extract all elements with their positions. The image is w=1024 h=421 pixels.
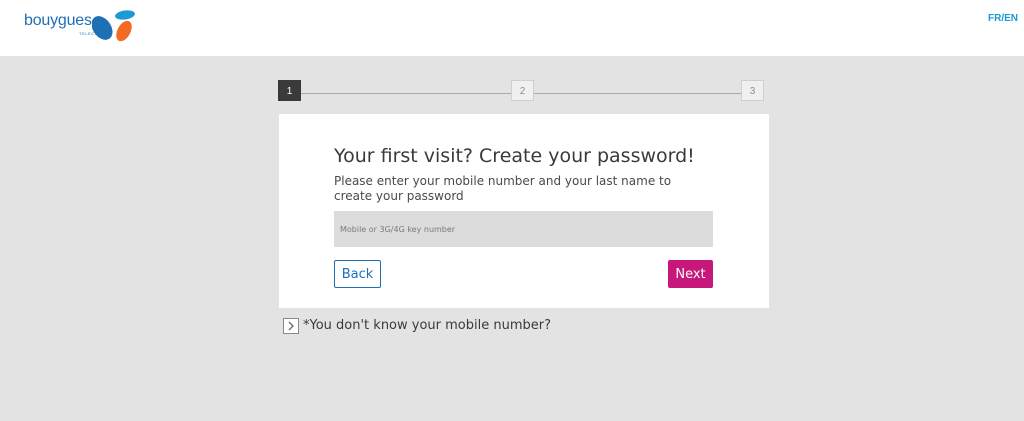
password-form-card: Your first visit? Create your password! …: [279, 114, 769, 308]
mobile-number-input[interactable]: [334, 211, 713, 247]
progress-stepper: 1 2 3: [278, 80, 766, 102]
next-button[interactable]: Next: [668, 260, 713, 288]
bouygues-logo[interactable]: bouygues TELECOM: [24, 9, 136, 43]
form-description: Please enter your mobile number and your…: [334, 174, 672, 203]
step-connector: [534, 93, 741, 94]
page-title: Your first visit? Create your password!: [334, 145, 695, 167]
header: bouygues TELECOM FR/EN: [0, 0, 1024, 56]
bouygues-logo-mark-icon: [92, 10, 135, 42]
step-1: 1: [278, 80, 301, 101]
chevron-right-icon: [283, 318, 299, 334]
unknown-number-text: *You don't know your mobile number?: [303, 318, 551, 333]
back-button[interactable]: Back: [334, 260, 381, 288]
language-switch[interactable]: FR/EN: [988, 13, 1018, 24]
step-connector: [301, 93, 511, 94]
step-3: 3: [741, 80, 764, 101]
step-2: 2: [511, 80, 534, 101]
logo-text: bouygues: [24, 12, 92, 29]
